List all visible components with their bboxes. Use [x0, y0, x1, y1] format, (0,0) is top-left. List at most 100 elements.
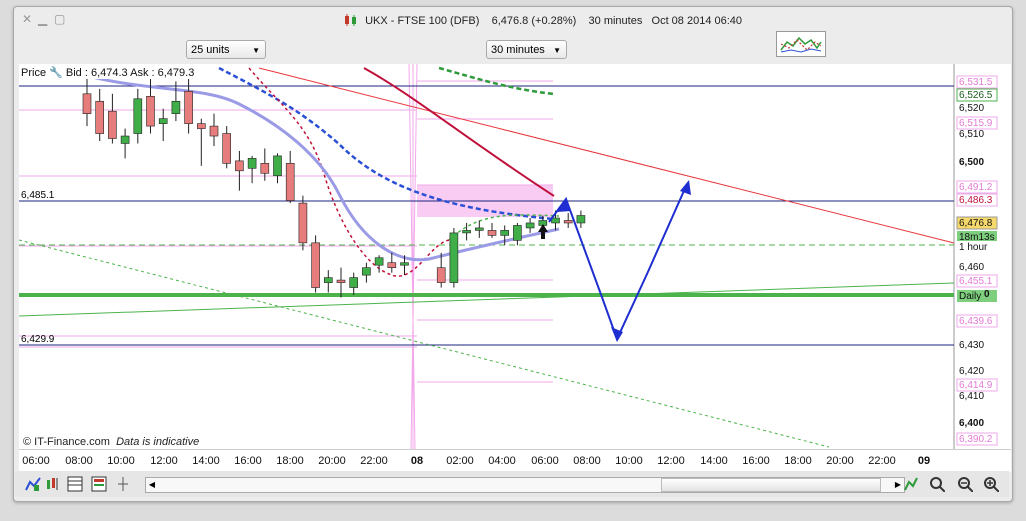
time-tick-label: 06:00 [531, 455, 559, 467]
candle-body [374, 257, 384, 266]
candle-body [260, 163, 270, 174]
time-tick-label: 08:00 [573, 455, 601, 467]
grid-icon[interactable] [67, 476, 83, 492]
time-tick-label: 04:00 [488, 455, 516, 467]
disclaimer-text: Data is indicative [116, 436, 200, 448]
time-tick-label: 22:00 [868, 455, 896, 467]
zoom-out-icon[interactable] [957, 476, 973, 492]
time-tick-label: 18:00 [784, 455, 812, 467]
candle-body [487, 230, 497, 236]
period-label: 1 hour [959, 242, 988, 253]
bid-ask-label: Bid : 6,474.3 Ask : 6,479.3 [65, 67, 195, 79]
copyright-note: © IT-Finance.com Data is indicative [23, 436, 199, 448]
candle-body [336, 279, 346, 283]
scroll-thumb[interactable] [661, 478, 881, 492]
chart-tools-icon[interactable] [776, 31, 826, 57]
zoom-in-icon[interactable] [983, 476, 999, 492]
time-tick-label: 08 [411, 455, 423, 467]
candle-body [95, 100, 104, 134]
scroll-left-icon[interactable]: ◀ [146, 478, 158, 492]
up-arrow-icon [538, 224, 548, 239]
projection-path [548, 183, 688, 342]
pink-level-label: 6,439.6 [959, 316, 993, 327]
maximize-icon[interactable]: ▢ [54, 13, 65, 25]
candle-body [462, 230, 471, 234]
datetime-label: Oct 08 2014 06:40 [651, 15, 743, 27]
candle-body [576, 215, 586, 224]
chevron-down-icon: ▼ [553, 46, 561, 55]
daily-value-label: 0 [984, 289, 990, 300]
copyright-text: © IT-Finance.com [23, 436, 110, 448]
candle-body [222, 133, 231, 164]
time-tick-label: 20:00 [318, 455, 346, 467]
price-tick-label: 6,460 [959, 262, 984, 273]
trend-line [258, 67, 955, 244]
daily-label: Daily [959, 291, 981, 302]
candle-body [349, 277, 359, 288]
time-tick-label: 12:00 [150, 455, 178, 467]
candle-body [298, 202, 308, 244]
pink-level-label: 6,515.9 [959, 118, 993, 129]
instrument-name: UKX - FTSE 100 (DFB) [365, 15, 480, 27]
pink-level-label: 6,455.1 [959, 276, 993, 287]
window-title: UKX - FTSE 100 (DFB) 6,476.8 (+0.28%) 30… [344, 14, 742, 27]
candle-body [247, 158, 257, 169]
candle-body [323, 277, 333, 283]
indicator-icon[interactable] [45, 476, 61, 492]
chevron-down-icon: ▼ [252, 46, 260, 55]
price-tick-label: 6,520 [959, 103, 984, 114]
candle-body [158, 118, 168, 124]
interval-select[interactable]: 30 minutes ▼ [486, 40, 567, 59]
pink-level-label: 6,531.5 [959, 77, 993, 88]
candle-body [551, 217, 560, 224]
candle-body [120, 135, 130, 144]
candle-body [108, 110, 117, 139]
candle-body [500, 230, 510, 236]
wrench-icon[interactable]: 🔧 [49, 67, 63, 79]
candle-body [285, 163, 295, 201]
price-tick-label: 6,420 [959, 366, 984, 377]
chart-type-icon[interactable] [25, 476, 41, 492]
green-level-label: 6,526.5 [959, 90, 993, 101]
price-label: Price [21, 67, 47, 79]
time-tick-label: 14:00 [192, 455, 220, 467]
candle-body [387, 262, 397, 268]
minimize-icon[interactable]: ▁ [38, 13, 47, 25]
price-chart[interactable]: 6,520 6,510 6,500 6,460 6,430 6,420 6,410 6,400… [18, 63, 1011, 450]
price-tick-label: 6,510 [959, 129, 984, 140]
time-axis: 06:00 08:00 10:00 12:00 14:00 16:00 18:00 20:00… [19, 449, 1011, 472]
candle-body [82, 93, 92, 114]
upper-level-label: 6,485.1 [21, 190, 55, 201]
chart-canvas[interactable]: 6,520 6,510 6,500 6,460 6,430 6,420 6,410 6,400… [18, 63, 1011, 450]
time-tick-label: 12:00 [657, 455, 685, 467]
time-tick-label: 09 [918, 455, 930, 467]
candle-body [311, 242, 320, 288]
time-tick-label: 08:00 [65, 455, 93, 467]
candle-body [171, 100, 181, 114]
layout-icon[interactable] [91, 476, 107, 492]
time-tick-label: 20:00 [826, 455, 854, 467]
pink-level-label: 6,491.2 [959, 182, 993, 193]
title-bar: ✕ ▁ ▢ UKX - FTSE 100 (DFB) 6,476.8 (+0.2… [14, 7, 1012, 33]
price-tick-label: 6,500 [959, 157, 984, 168]
time-scrollbar[interactable]: ◀ ▶ [145, 477, 905, 493]
pink-level-label: 6,414.9 [959, 380, 993, 391]
candle-body [449, 232, 459, 283]
zoom-fit-icon[interactable] [929, 476, 945, 492]
units-select[interactable]: 25 units ▼ [186, 40, 266, 59]
close-icon[interactable]: ✕ [22, 13, 32, 25]
pink-level-label: 6,390.2 [959, 434, 993, 445]
zoom-range-icon[interactable] [115, 476, 131, 492]
candle-body [474, 227, 484, 231]
moving-average-red [363, 67, 555, 197]
candle-body [400, 262, 409, 266]
current-price-label: 6,476.8 [959, 218, 993, 229]
price-tick-label: 6,430 [959, 340, 984, 351]
candle-body [273, 155, 282, 177]
price-tick-label: 6,400 [959, 418, 984, 429]
price-change: 6,476.8 (+0.28%) [491, 15, 577, 27]
time-tick-label: 06:00 [22, 455, 50, 467]
drawing-tool-icon[interactable] [903, 476, 919, 492]
candle-body [362, 267, 371, 276]
time-tick-label: 22:00 [360, 455, 388, 467]
